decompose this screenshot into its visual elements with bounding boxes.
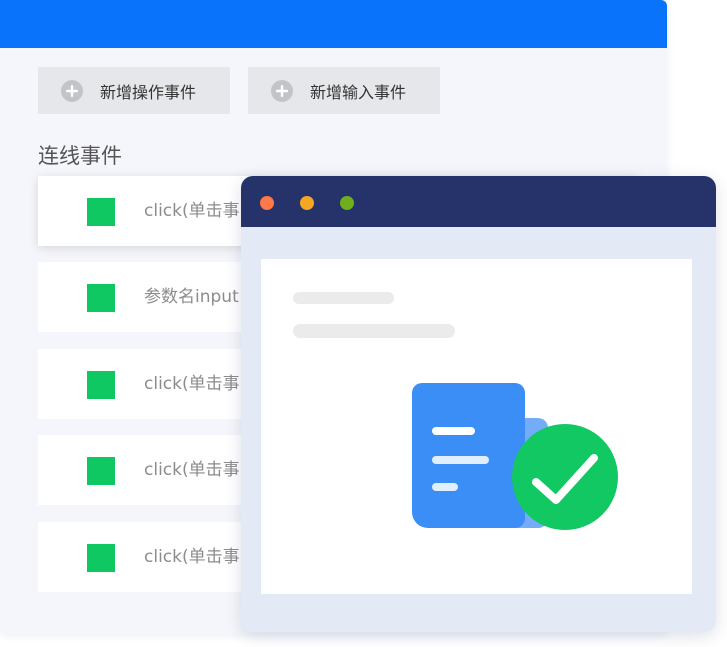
event-label: 参数名input: [144, 287, 239, 307]
event-marker-square: [87, 457, 115, 485]
document-text-line: [432, 427, 475, 435]
header-bar: [0, 0, 667, 48]
success-check-icon: [512, 424, 618, 530]
window-content: [261, 259, 692, 594]
section-title: 连线事件: [38, 144, 122, 168]
add-input-event-label: 新增输入事件: [310, 82, 407, 102]
window-titlebar: [241, 176, 716, 227]
document-text-line: [432, 456, 489, 464]
add-input-event-button[interactable]: 新增输入事件: [248, 67, 440, 114]
event-label: click(单击事: [144, 547, 240, 567]
event-marker-square: [87, 371, 115, 399]
event-label: click(单击事: [144, 201, 240, 221]
preview-window: [241, 176, 716, 632]
add-action-event-label: 新增操作事件: [100, 82, 197, 102]
add-action-event-button[interactable]: 新增操作事件: [38, 67, 230, 114]
plus-circle-icon: [60, 79, 84, 103]
text-placeholder-line: [293, 292, 394, 304]
window-dot-yellow[interactable]: [300, 196, 314, 210]
event-label: click(单击事: [144, 374, 240, 394]
event-marker-square: [87, 198, 115, 226]
plus-circle-icon: [270, 79, 294, 103]
window-dot-red[interactable]: [260, 196, 274, 210]
event-marker-square: [87, 544, 115, 572]
window-dot-green[interactable]: [340, 196, 354, 210]
event-marker-square: [87, 284, 115, 312]
document-icon: [412, 383, 525, 528]
document-text-line: [432, 483, 458, 491]
text-placeholder-line: [293, 324, 455, 338]
event-label: click(单击事: [144, 460, 240, 480]
